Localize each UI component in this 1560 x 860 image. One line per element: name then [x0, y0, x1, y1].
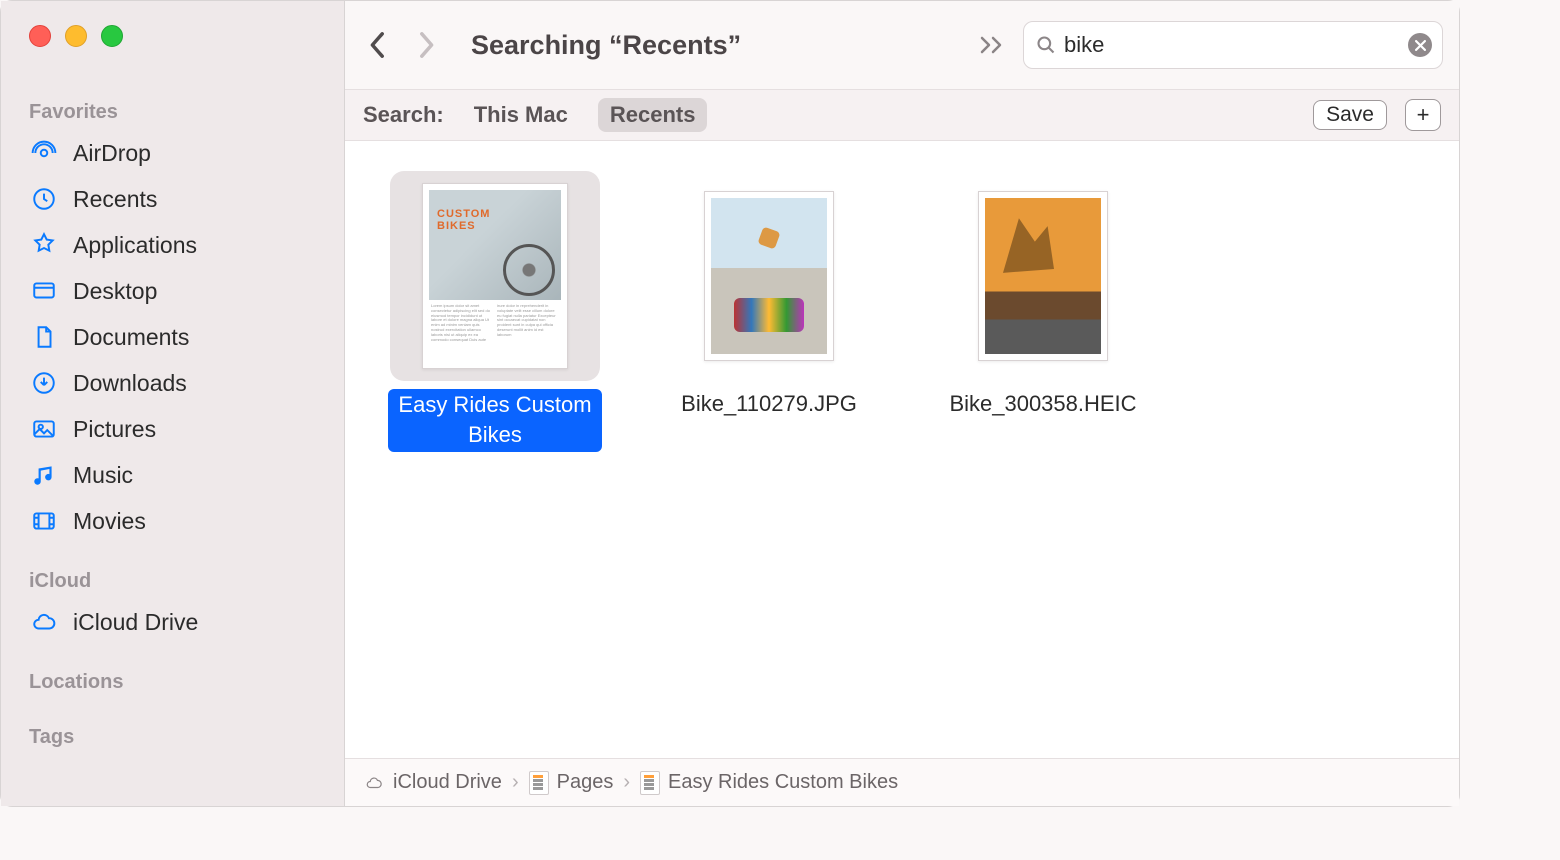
main-area: Searching “Recents” Search: This Mac Rec… [345, 1, 1459, 806]
sidebar-item-airdrop[interactable]: AirDrop [1, 130, 344, 176]
sidebar-section-icloud: iCloud [1, 564, 344, 599]
save-search-button[interactable]: Save [1313, 100, 1387, 130]
forward-button[interactable] [405, 24, 447, 66]
fullscreen-window-button[interactable] [101, 25, 123, 47]
doc-preview-title: CUSTOMBIKES [437, 208, 490, 232]
sidebar-item-label: Applications [73, 232, 197, 259]
sidebar-item-label: Downloads [73, 370, 187, 397]
file-label: Bike_300358.HEIC [949, 389, 1136, 419]
scope-option-this-mac[interactable]: This Mac [462, 98, 580, 132]
sidebar-item-documents[interactable]: Documents [1, 314, 344, 360]
add-search-rule-button[interactable]: + [1405, 99, 1441, 131]
path-crumb-label: Pages [557, 771, 614, 794]
sidebar-item-label: Movies [73, 508, 146, 535]
file-item[interactable]: Bike_110279.JPG [659, 171, 879, 419]
file-item[interactable]: CUSTOMBIKES Lorem ipsum dolor sit amet c… [385, 171, 605, 452]
sidebar-item-downloads[interactable]: Downloads [1, 360, 344, 406]
music-icon [29, 460, 59, 490]
sidebar-section-locations: Locations [1, 665, 344, 700]
pages-document-icon [640, 771, 660, 795]
sidebar-section-tags: Tags [1, 720, 344, 755]
sidebar-item-desktop[interactable]: Desktop [1, 268, 344, 314]
file-item[interactable]: Bike_300358.HEIC [933, 171, 1153, 419]
minimize-window-button[interactable] [65, 25, 87, 47]
file-thumbnail [664, 171, 874, 381]
sidebar-item-recents[interactable]: Recents [1, 176, 344, 222]
clear-search-button[interactable] [1408, 33, 1432, 57]
sidebar-item-pictures[interactable]: Pictures [1, 406, 344, 452]
chevron-right-icon: › [512, 771, 519, 794]
clock-icon [29, 184, 59, 214]
search-scope-bar: Search: This Mac Recents Save + [345, 89, 1459, 141]
sidebar: Favorites AirDrop Recents Applications D… [1, 1, 345, 806]
file-label: Easy Rides Custom Bikes [388, 389, 601, 452]
sidebar-section-favorites: Favorites [1, 95, 344, 130]
scope-option-recents[interactable]: Recents [598, 98, 708, 132]
close-window-button[interactable] [29, 25, 51, 47]
toolbar: Searching “Recents” [345, 1, 1459, 89]
search-input[interactable] [1064, 32, 1408, 58]
desktop-icon [29, 276, 59, 306]
path-crumb-pages[interactable]: Pages [529, 771, 614, 795]
results-grid: CUSTOMBIKES Lorem ipsum dolor sit amet c… [345, 141, 1459, 758]
file-thumbnail: CUSTOMBIKES Lorem ipsum dolor sit amet c… [390, 171, 600, 381]
sidebar-item-label: iCloud Drive [73, 609, 198, 636]
sidebar-item-music[interactable]: Music [1, 452, 344, 498]
path-crumb-label: iCloud Drive [393, 771, 502, 794]
search-icon [1036, 35, 1056, 55]
sidebar-item-icloud-drive[interactable]: iCloud Drive [1, 599, 344, 645]
cloud-icon [29, 607, 59, 637]
sidebar-item-label: Documents [73, 324, 189, 351]
path-bar: iCloud Drive › Pages › Easy Rides Custom… [345, 758, 1459, 806]
sidebar-item-label: Music [73, 462, 133, 489]
toolbar-overflow-button[interactable] [979, 34, 1007, 56]
document-icon [29, 322, 59, 352]
search-field[interactable] [1023, 21, 1443, 69]
file-label: Bike_110279.JPG [681, 389, 857, 419]
scope-label: Search: [363, 102, 444, 128]
movies-icon [29, 506, 59, 536]
sidebar-item-label: Pictures [73, 416, 156, 443]
cloud-icon [363, 774, 385, 792]
window-title: Searching “Recents” [471, 30, 741, 61]
pages-folder-icon [529, 771, 549, 795]
path-crumb-file[interactable]: Easy Rides Custom Bikes [640, 771, 898, 795]
window-controls [1, 25, 344, 47]
sidebar-item-label: Recents [73, 186, 157, 213]
airdrop-icon [29, 138, 59, 168]
sidebar-item-label: AirDrop [73, 140, 151, 167]
finder-window: Favorites AirDrop Recents Applications D… [1, 1, 1459, 806]
back-button[interactable] [357, 24, 399, 66]
download-icon [29, 368, 59, 398]
path-crumb-icloud[interactable]: iCloud Drive [363, 771, 502, 794]
chevron-right-icon: › [623, 771, 630, 794]
sidebar-item-movies[interactable]: Movies [1, 498, 344, 544]
applications-icon [29, 230, 59, 260]
pictures-icon [29, 414, 59, 444]
path-crumb-label: Easy Rides Custom Bikes [668, 771, 898, 794]
sidebar-item-label: Desktop [73, 278, 157, 305]
file-thumbnail [938, 171, 1148, 381]
sidebar-item-applications[interactable]: Applications [1, 222, 344, 268]
